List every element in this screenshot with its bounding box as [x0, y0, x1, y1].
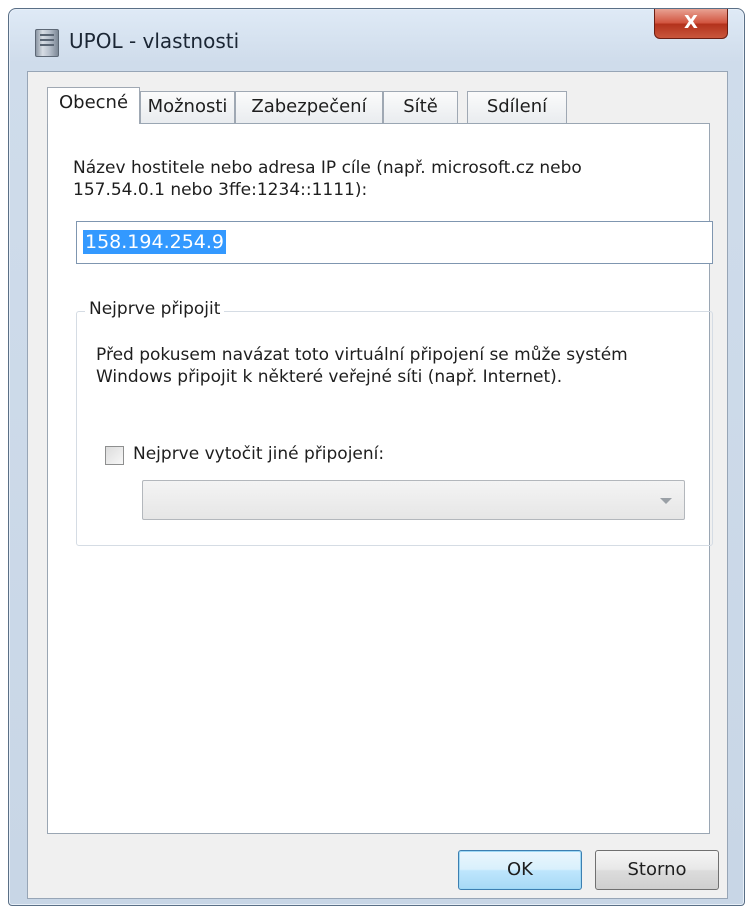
dial-first-checkbox[interactable]: [105, 446, 124, 465]
dialog-client-area: Obecné Možnosti Zabezpečení Sítě Sdílení…: [27, 71, 728, 899]
tab-zabezpeceni[interactable]: Zabezpečení: [235, 91, 383, 123]
ok-button[interactable]: OK: [458, 850, 582, 890]
tab-panel-obecne: Název hostitele nebo adresa IP cíle (nap…: [47, 123, 713, 834]
dial-first-group: Nejprve připojit Před pokusem navázat to…: [76, 299, 713, 546]
cancel-button[interactable]: Storno: [595, 850, 719, 890]
tab-site[interactable]: Sítě: [383, 91, 458, 123]
group-description: Před pokusem navázat toto virtuální přip…: [96, 345, 628, 387]
dial-first-label[interactable]: Nejprve vytočit jiné připojení:: [133, 444, 384, 464]
tab-sdileni[interactable]: Sdílení: [467, 91, 567, 123]
window-title: UPOL - vlastnosti: [69, 29, 240, 53]
close-button[interactable]: X: [654, 9, 728, 39]
host-input-value: 158.194.254.9: [83, 230, 227, 254]
properties-window: UPOL - vlastnosti X Obecné Možnosti Zabe…: [8, 8, 745, 906]
app-icon: [35, 29, 59, 57]
group-title: Nejprve připojit: [85, 299, 225, 319]
connection-select[interactable]: [142, 480, 685, 520]
host-label: Název hostitele nebo adresa IP cíle (nap…: [73, 158, 582, 200]
host-input[interactable]: 158.194.254.9: [76, 221, 713, 264]
tab-obecne[interactable]: Obecné: [47, 87, 140, 124]
chevron-down-icon: [660, 498, 672, 504]
tab-moznosti[interactable]: Možnosti: [140, 91, 235, 123]
title-bar[interactable]: UPOL - vlastnosti X: [9, 9, 744, 71]
